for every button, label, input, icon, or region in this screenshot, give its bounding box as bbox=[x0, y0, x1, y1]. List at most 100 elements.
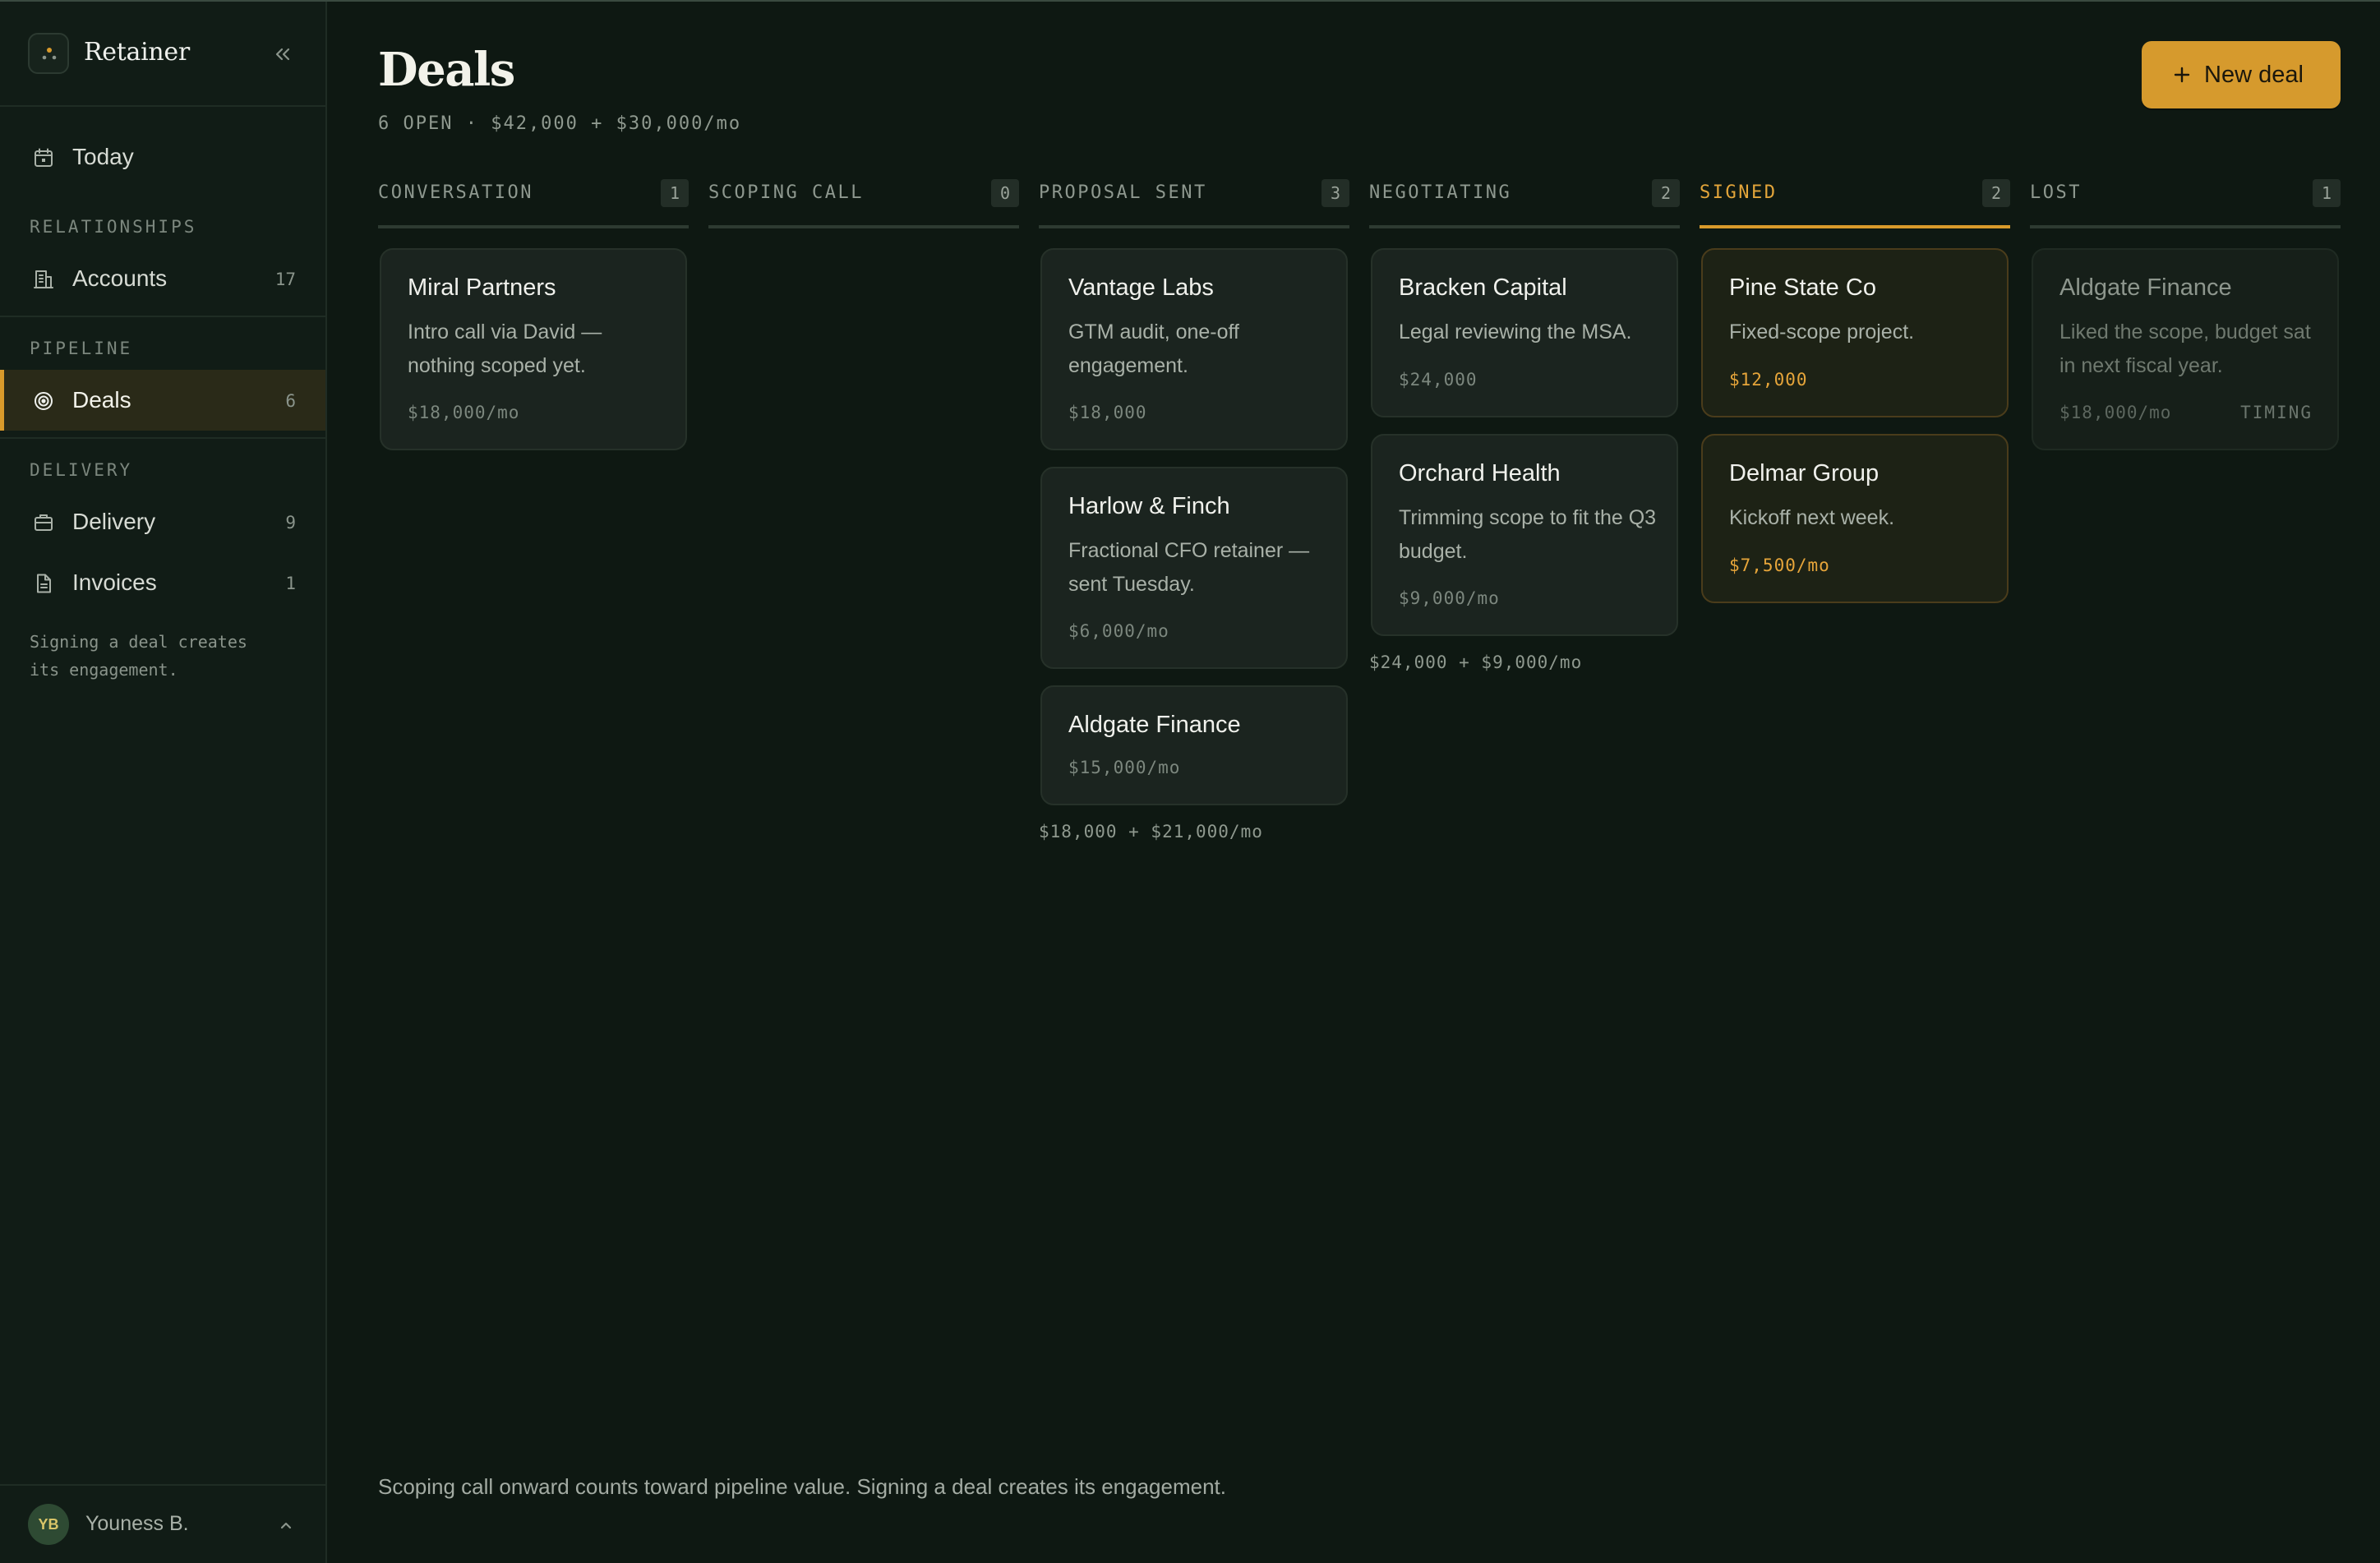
deal-title: Orchard Health bbox=[1399, 460, 1561, 486]
deal-title: Pine State Co bbox=[1729, 274, 1876, 301]
section-label-pipeline: PIPELINE bbox=[30, 339, 133, 358]
window-top-edge bbox=[0, 0, 2380, 2]
deal-card-pine-state-co[interactable]: Pine State Co Fixed-scope project. $12,0… bbox=[1701, 248, 2009, 417]
deal-title: Bracken Capital bbox=[1399, 274, 1567, 301]
deal-value: $18,000/mo bbox=[408, 403, 520, 422]
deal-value: $6,000/mo bbox=[1068, 621, 1169, 641]
column-total: $24,000 + $9,000/mo bbox=[1369, 652, 1583, 672]
retainer-logo-icon bbox=[28, 33, 69, 74]
collapse-sidebar-icon[interactable] bbox=[271, 43, 294, 66]
deal-title: Miral Partners bbox=[408, 274, 556, 301]
sidebar-item-today[interactable]: Today bbox=[0, 127, 325, 187]
column-count-badge: 1 bbox=[2313, 179, 2341, 207]
deal-description: Trimming scope to fit the Q3 budget. bbox=[1399, 506, 1657, 563]
sidebar: Retainer Today RELATIONSHIPS Accounts 17… bbox=[0, 2, 327, 1563]
column-lost: LOST 1 Aldgate Finance Liked the scope, … bbox=[2030, 174, 2341, 450]
user-menu[interactable]: YB Youness B. bbox=[0, 1484, 325, 1563]
column-header: CONVERSATION 1 bbox=[378, 174, 689, 228]
column-header: SIGNED 2 bbox=[1700, 174, 2010, 228]
deal-title: Aldgate Finance bbox=[1068, 712, 1241, 738]
deal-card-miral-partners[interactable]: Miral Partners Intro call via David — no… bbox=[380, 248, 687, 450]
brand-header: Retainer bbox=[0, 2, 325, 107]
deal-description: Fractional CFO retainer — sent Tuesday. bbox=[1068, 539, 1310, 596]
deal-description: Intro call via David — nothing scoped ye… bbox=[408, 320, 602, 377]
user-name: Youness B. bbox=[85, 1512, 189, 1535]
page-title: Deals bbox=[378, 43, 515, 97]
column-proposal-sent: PROPOSAL SENT 3 Vantage Labs GTM audit, … bbox=[1039, 174, 1349, 841]
deal-card-orchard-health[interactable]: Orchard Health Trimming scope to fit the… bbox=[1371, 434, 1678, 636]
deal-value: $9,000/mo bbox=[1399, 588, 1500, 608]
column-signed: SIGNED 2 Pine State Co Fixed-scope proje… bbox=[1700, 174, 2010, 603]
section-label-delivery: DELIVERY bbox=[30, 460, 133, 480]
deal-value: $15,000/mo bbox=[1068, 758, 1181, 777]
column-title: SIGNED bbox=[1700, 182, 1778, 203]
deal-description: GTM audit, one-off engagement. bbox=[1068, 320, 1239, 377]
column-header: SCOPING CALL 0 bbox=[708, 174, 1019, 228]
deal-description: Legal reviewing the MSA. bbox=[1399, 320, 1632, 343]
deal-value: $18,000 bbox=[1068, 403, 1147, 422]
column-count-badge: 2 bbox=[1652, 179, 1680, 207]
footer-note: Scoping call onward counts toward pipeli… bbox=[378, 1474, 1226, 1499]
column-count-badge: 0 bbox=[991, 179, 1019, 207]
deal-card-vantage-labs[interactable]: Vantage Labs GTM audit, one-off engageme… bbox=[1040, 248, 1348, 450]
sidebar-item-count: 6 bbox=[285, 391, 296, 411]
sidebar-item-invoices[interactable]: Invoices 1 bbox=[0, 552, 325, 613]
deal-description: Fixed-scope project. bbox=[1729, 320, 1915, 343]
deal-title: Delmar Group bbox=[1729, 460, 1880, 486]
target-icon bbox=[33, 390, 54, 412]
sidebar-item-deals[interactable]: Deals 6 bbox=[0, 370, 325, 431]
sidebar-item-count: 1 bbox=[285, 574, 296, 593]
sidebar-item-accounts[interactable]: Accounts 17 bbox=[0, 248, 325, 309]
calendar-icon bbox=[33, 147, 54, 168]
deal-card-aldgate-finance-lost[interactable]: Aldgate Finance Liked the scope, budget … bbox=[2032, 248, 2339, 450]
pipeline-summary: 6 OPEN · $42,000 + $30,000/mo bbox=[378, 113, 742, 134]
deal-card-bracken-capital[interactable]: Bracken Capital Legal reviewing the MSA.… bbox=[1371, 248, 1678, 417]
column-count-badge: 1 bbox=[661, 179, 689, 207]
deal-value: $24,000 bbox=[1399, 370, 1478, 390]
lost-reason-tag: TIMING bbox=[2240, 403, 2313, 422]
sidebar-item-label: Today bbox=[72, 144, 134, 169]
column-total: $18,000 + $21,000/mo bbox=[1039, 822, 1263, 841]
new-deal-label: New deal bbox=[2204, 62, 2304, 88]
section-label-relationships: RELATIONSHIPS bbox=[30, 217, 197, 237]
document-icon bbox=[33, 573, 54, 594]
building-icon bbox=[33, 269, 54, 290]
column-title: SCOPING CALL bbox=[708, 182, 864, 203]
column-title: LOST bbox=[2030, 182, 2082, 203]
deal-value: $18,000/mo bbox=[2059, 403, 2172, 422]
sidebar-divider bbox=[0, 316, 325, 317]
sidebar-item-count: 9 bbox=[285, 513, 296, 533]
sidebar-item-label: Delivery bbox=[72, 509, 156, 534]
deal-description: Liked the scope, budget sat in next fisc… bbox=[2059, 320, 2311, 377]
column-count-badge: 3 bbox=[1321, 179, 1349, 207]
column-conversation: CONVERSATION 1 Miral Partners Intro call… bbox=[378, 174, 689, 450]
column-header: LOST 1 bbox=[2030, 174, 2341, 228]
deal-title: Vantage Labs bbox=[1068, 274, 1214, 301]
sidebar-divider bbox=[0, 437, 325, 439]
sidebar-note: Signing a deal creates its engagement. bbox=[30, 632, 247, 680]
deal-title: Aldgate Finance bbox=[2059, 274, 2232, 301]
column-negotiating: NEGOTIATING 2 Bracken Capital Legal revi… bbox=[1369, 174, 1680, 672]
app-name: Retainer bbox=[84, 38, 190, 67]
sidebar-item-label: Accounts bbox=[72, 265, 168, 291]
column-header: PROPOSAL SENT 3 bbox=[1039, 174, 1349, 228]
plus-icon bbox=[2173, 66, 2191, 84]
column-count-badge: 2 bbox=[1982, 179, 2010, 207]
sidebar-item-label: Invoices bbox=[72, 569, 157, 595]
column-title: CONVERSATION bbox=[378, 182, 533, 203]
chevron-up-icon bbox=[278, 1517, 294, 1533]
sidebar-item-label: Deals bbox=[72, 387, 131, 413]
column-scoping-call: SCOPING CALL 0 bbox=[708, 174, 1019, 228]
deal-value: $12,000 bbox=[1729, 370, 1808, 390]
column-header: NEGOTIATING 2 bbox=[1369, 174, 1680, 228]
deal-card-aldgate-finance[interactable]: Aldgate Finance $15,000/mo bbox=[1040, 685, 1348, 805]
deal-card-delmar-group[interactable]: Delmar Group Kickoff next week. $7,500/m… bbox=[1701, 434, 2009, 603]
deal-title: Harlow & Finch bbox=[1068, 493, 1230, 519]
new-deal-button[interactable]: New deal bbox=[2142, 41, 2341, 108]
column-title: PROPOSAL SENT bbox=[1039, 182, 1207, 203]
sidebar-item-count: 17 bbox=[274, 270, 296, 289]
sidebar-item-delivery[interactable]: Delivery 9 bbox=[0, 491, 325, 552]
column-title: NEGOTIATING bbox=[1369, 182, 1512, 203]
deal-value: $7,500/mo bbox=[1729, 556, 1830, 575]
deal-card-harlow-finch[interactable]: Harlow & Finch Fractional CFO retainer —… bbox=[1040, 467, 1348, 669]
